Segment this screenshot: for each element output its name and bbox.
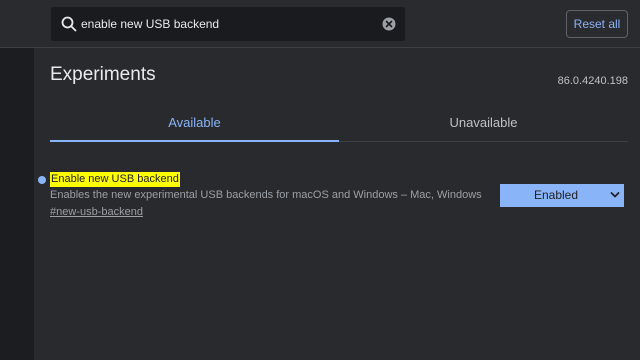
- modified-indicator-dot: [38, 176, 46, 184]
- search-input[interactable]: [81, 7, 371, 41]
- search-box[interactable]: [51, 7, 405, 41]
- experiment-description: Enables the new experimental USB backend…: [50, 189, 482, 201]
- tab-available[interactable]: Available: [50, 104, 339, 141]
- top-bar: Reset all: [0, 0, 640, 48]
- version-label: 86.0.4240.198: [557, 75, 628, 87]
- reset-all-button[interactable]: Reset all: [566, 10, 628, 38]
- page-title: Experiments: [50, 64, 156, 85]
- experiment-title: Enable new USB backend: [50, 172, 180, 187]
- tab-bar: Available Unavailable: [50, 104, 628, 142]
- search-icon: [61, 16, 77, 32]
- active-tab-indicator: [50, 140, 339, 142]
- left-gutter: [0, 48, 34, 360]
- tab-unavailable[interactable]: Unavailable: [339, 104, 628, 141]
- chevron-down-icon: [610, 192, 620, 198]
- experiment-state-value: Enabled: [533, 188, 579, 202]
- clear-icon[interactable]: [382, 17, 396, 31]
- experiment-permalink[interactable]: #new-usb-backend: [50, 206, 143, 218]
- experiment-state-select[interactable]: Enabled: [500, 184, 624, 207]
